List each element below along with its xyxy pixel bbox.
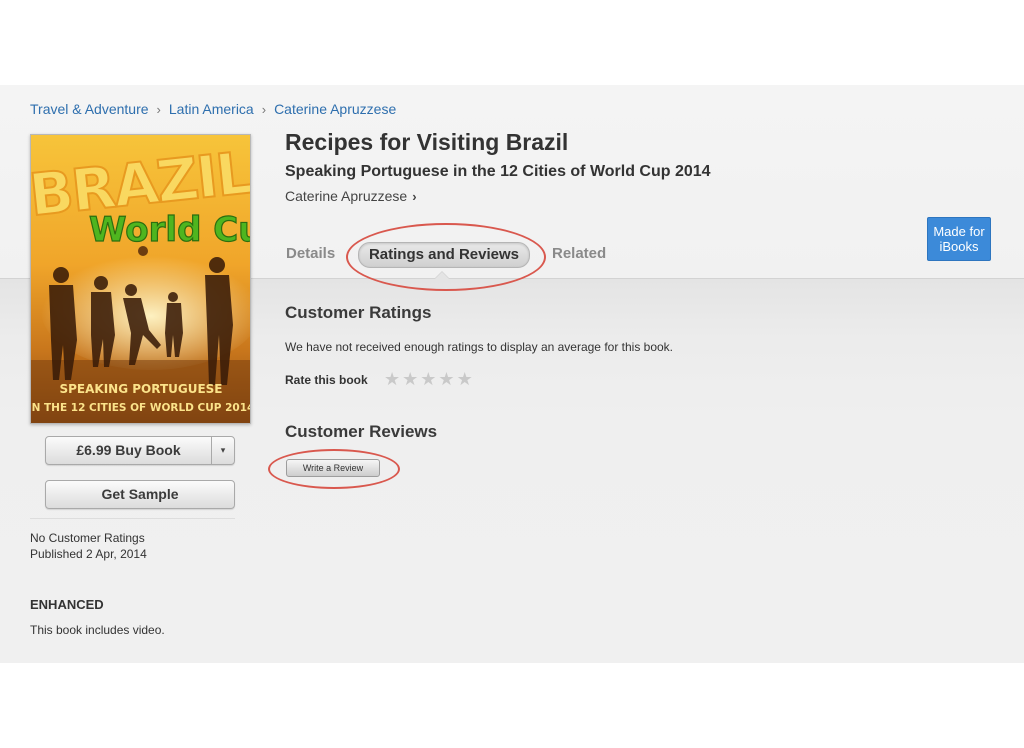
enhanced-heading: ENHANCED	[30, 597, 104, 612]
star-icon[interactable]: ★	[438, 369, 454, 389]
made-for-ibooks-badge: Made for iBooks	[927, 217, 991, 261]
book-cover: BRAZIL World Cup SPEAKING PORTUGUESE IN …	[30, 134, 251, 424]
active-tab-pointer	[434, 271, 450, 279]
enhanced-description: This book includes video.	[30, 623, 165, 637]
star-icon[interactable]: ★	[420, 369, 436, 389]
star-icon[interactable]: ★	[384, 369, 400, 389]
star-rating-input: ★ ★ ★ ★ ★	[384, 369, 473, 389]
tab-related[interactable]: Related	[552, 245, 606, 262]
star-icon[interactable]: ★	[402, 369, 418, 389]
divider	[30, 518, 235, 519]
chevron-right-icon: ›	[156, 101, 161, 117]
author-name: Caterine Apruzzese	[285, 188, 408, 204]
breadcrumb: Travel & Adventure › Latin America › Cat…	[30, 101, 396, 117]
breadcrumb-item-author[interactable]: Caterine Apruzzese	[274, 101, 396, 117]
cover-title-world-cup: World Cup	[89, 210, 250, 250]
author-link[interactable]: Caterine Apruzzese ›	[285, 188, 417, 204]
book-page: Travel & Adventure › Latin America › Cat…	[0, 85, 1024, 663]
buy-options-dropdown[interactable]: ▾	[211, 437, 234, 464]
cover-caption-line1: SPEAKING PORTUGUESE	[59, 382, 222, 396]
tab-ratings-and-reviews[interactable]: Ratings and Reviews	[358, 242, 530, 268]
ratings-status: No Customer Ratings	[30, 531, 145, 545]
get-sample-button[interactable]: Get Sample	[45, 480, 235, 509]
badge-line2: iBooks	[939, 239, 979, 254]
book-subtitle: Speaking Portuguese in the 12 Cities of …	[285, 163, 711, 180]
buy-book-button-group: £6.99 Buy Book ▾	[45, 436, 235, 465]
write-a-review-button[interactable]: Write a Review	[286, 459, 380, 477]
tab-details[interactable]: Details	[286, 245, 335, 262]
breadcrumb-item-travel-adventure[interactable]: Travel & Adventure	[30, 101, 149, 117]
rate-this-book-label: Rate this book	[285, 373, 368, 387]
badge-line1: Made for	[933, 224, 985, 239]
page-title: Recipes for Visiting Brazil	[285, 129, 569, 155]
ratings-note: We have not received enough ratings to d…	[285, 340, 674, 354]
star-icon[interactable]: ★	[457, 369, 473, 389]
breadcrumb-item-latin-america[interactable]: Latin America	[169, 101, 254, 117]
published-date: Published 2 Apr, 2014	[30, 547, 147, 561]
buy-book-button[interactable]: £6.99 Buy Book	[46, 437, 211, 464]
cover-caption-line2: IN THE 12 CITIES OF WORLD CUP 2014	[31, 402, 250, 414]
customer-reviews-heading: Customer Reviews	[285, 422, 438, 441]
chevron-right-icon: ›	[412, 189, 417, 204]
customer-ratings-heading: Customer Ratings	[285, 303, 432, 322]
chevron-right-icon: ›	[261, 101, 267, 117]
